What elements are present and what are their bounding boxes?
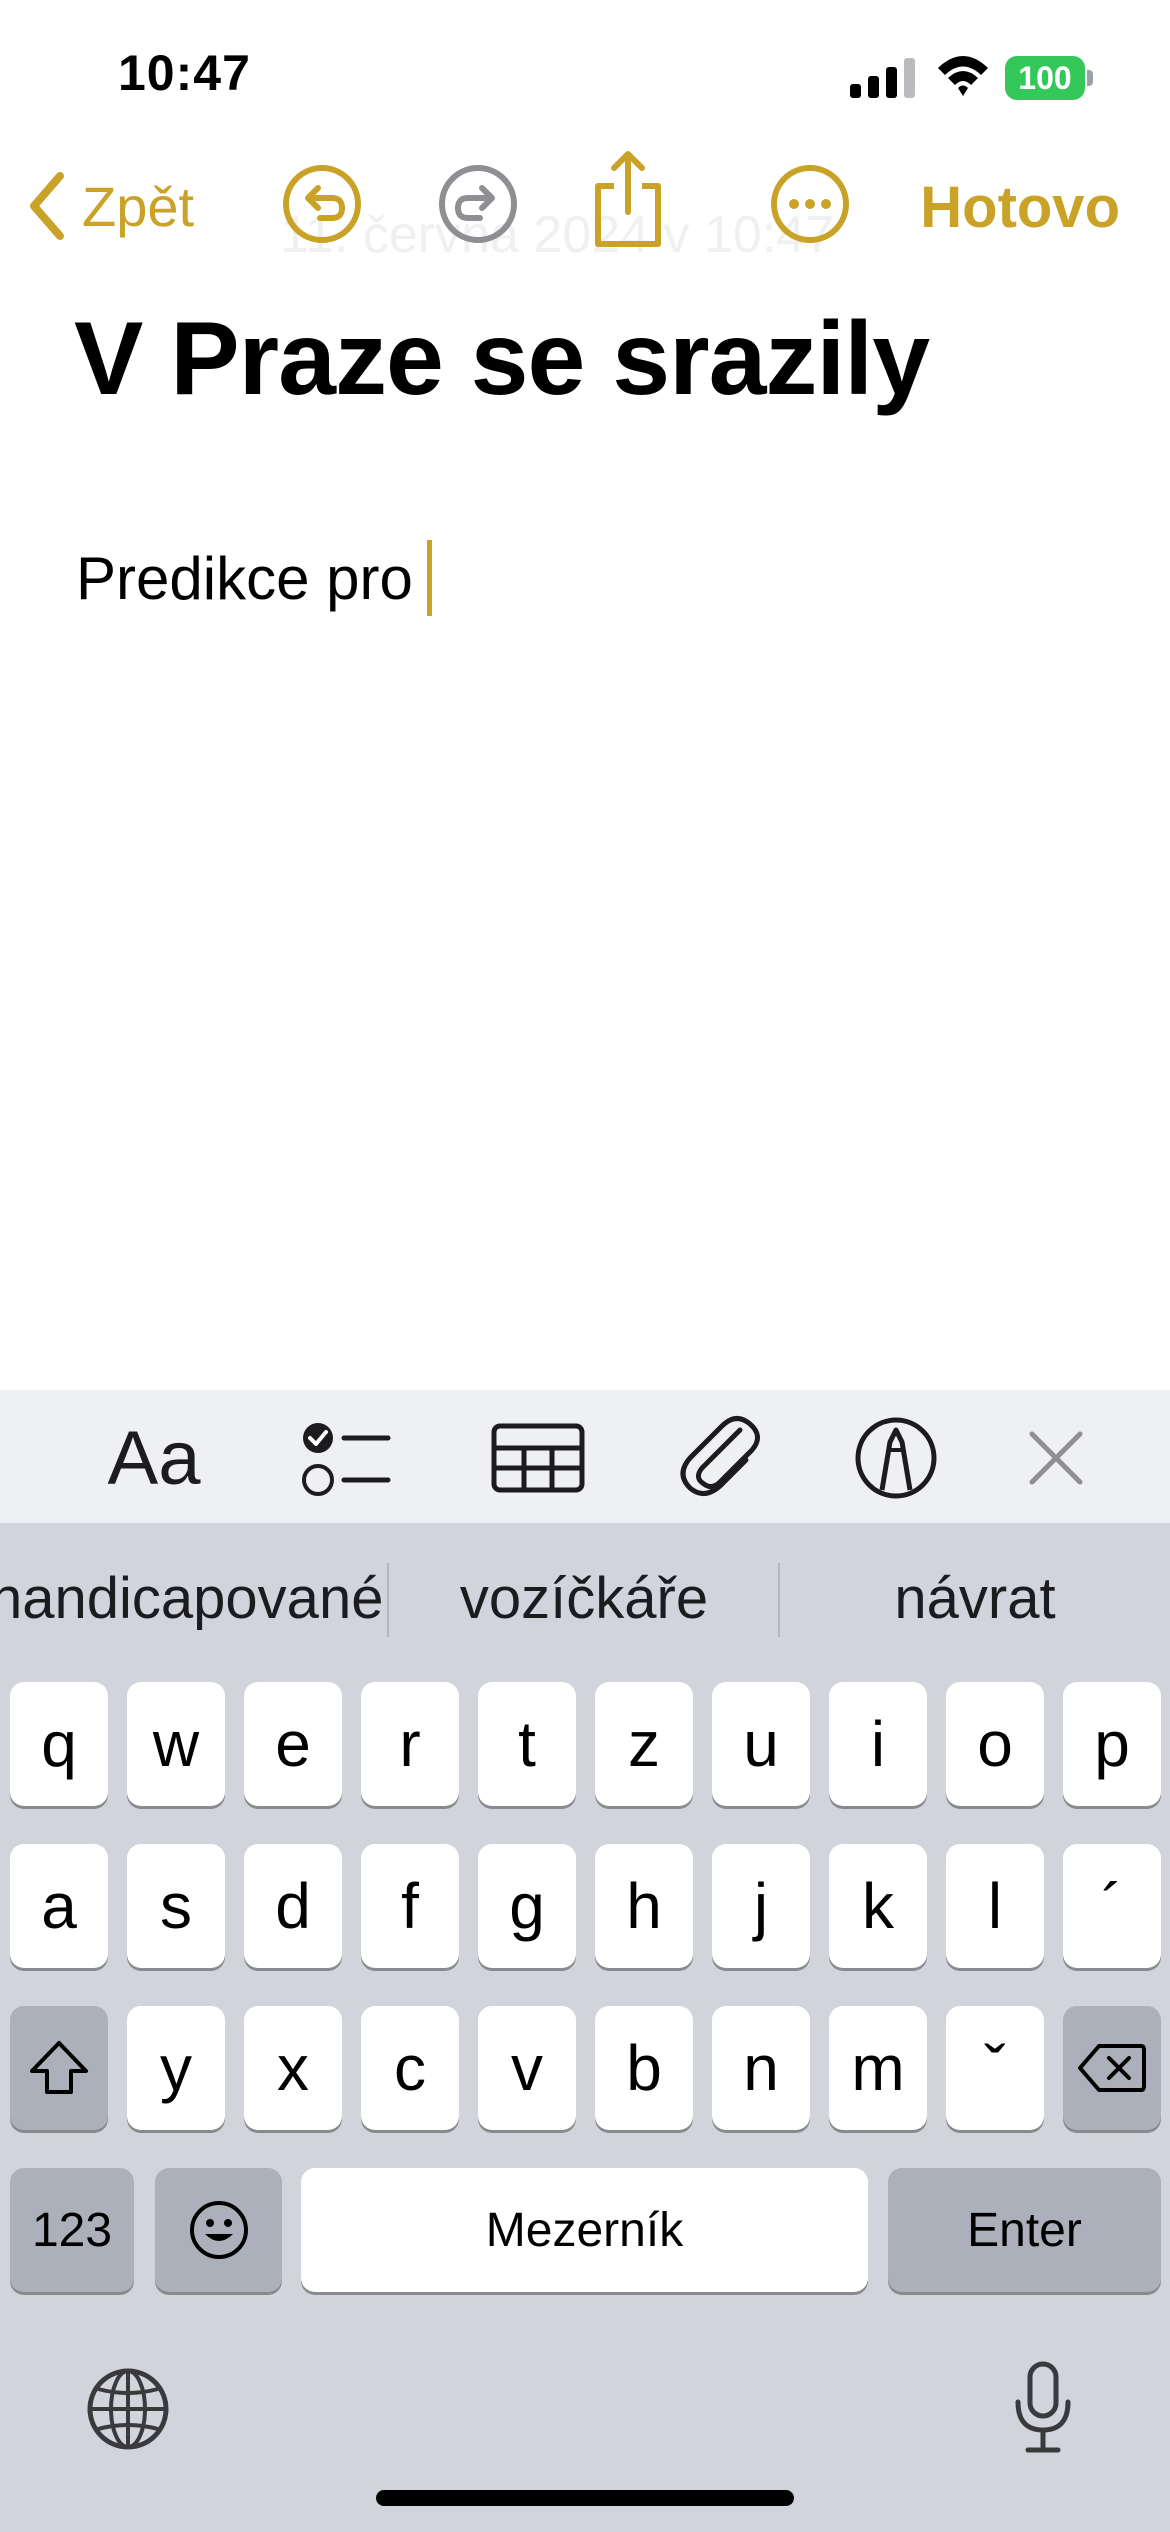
key[interactable]: q	[10, 1682, 108, 1806]
microphone-icon[interactable]	[1008, 2360, 1078, 2456]
share-icon[interactable]	[586, 150, 670, 250]
key[interactable]: ˇ	[946, 2006, 1044, 2130]
key[interactable]: f	[361, 1844, 459, 1968]
home-indicator	[376, 2490, 794, 2506]
status-bar: 10:47 100	[0, 0, 1170, 150]
key[interactable]: o	[946, 1682, 1044, 1806]
checklist-icon[interactable]	[296, 1410, 396, 1506]
key[interactable]: b	[595, 2006, 693, 2130]
nav-bar: 11. června 2024 v 10:47 Zpět Hotovo	[0, 150, 1170, 264]
key[interactable]: u	[712, 1682, 810, 1806]
space-key[interactable]: Mezerník	[301, 2168, 868, 2292]
key[interactable]: r	[361, 1682, 459, 1806]
key[interactable]: g	[478, 1844, 576, 1968]
key[interactable]: y	[127, 2006, 225, 2130]
chevron-left-icon	[30, 172, 64, 240]
key[interactable]: v	[478, 2006, 576, 2130]
battery-indicator: 100	[1005, 56, 1093, 100]
key[interactable]: p	[1063, 1682, 1161, 1806]
keyboard: handicapované vozíčkáře návrat q w e r t…	[0, 1523, 1170, 2532]
cellular-signal-icon	[850, 58, 915, 98]
undo-icon[interactable]	[280, 162, 364, 246]
text-style-button[interactable]: Aa	[104, 1410, 204, 1506]
key[interactable]: n	[712, 2006, 810, 2130]
more-icon[interactable]	[768, 162, 852, 246]
key[interactable]: k	[829, 1844, 927, 1968]
wifi-icon	[938, 56, 988, 96]
key[interactable]: m	[829, 2006, 927, 2130]
enter-key[interactable]: Enter	[888, 2168, 1161, 2292]
note-title[interactable]: V Praze se srazily	[74, 300, 930, 419]
suggestion-item[interactable]: návrat	[780, 1565, 1170, 1632]
key[interactable]: w	[127, 1682, 225, 1806]
backspace-key[interactable]	[1063, 2006, 1161, 2130]
key[interactable]: j	[712, 1844, 810, 1968]
back-button-label: Zpět	[82, 174, 195, 238]
key[interactable]: h	[595, 1844, 693, 1968]
redo-icon[interactable]	[436, 162, 520, 246]
key[interactable]: a	[10, 1844, 108, 1968]
globe-icon[interactable]	[84, 2365, 172, 2453]
key[interactable]: d	[244, 1844, 342, 1968]
key[interactable]: x	[244, 2006, 342, 2130]
key[interactable]: e	[244, 1682, 342, 1806]
numbers-key[interactable]: 123	[10, 2168, 134, 2292]
battery-tip	[1087, 70, 1093, 86]
close-icon[interactable]	[1006, 1410, 1106, 1506]
key[interactable]: z	[595, 1682, 693, 1806]
note-body-text: Predikce pro	[76, 544, 413, 612]
key[interactable]: ´	[1063, 1844, 1161, 1968]
backspace-icon	[1078, 2044, 1146, 2092]
suggestion-item[interactable]: handicapované	[0, 1565, 383, 1632]
markup-icon[interactable]	[846, 1410, 946, 1506]
emoji-key[interactable]	[155, 2168, 282, 2292]
status-time: 10:47	[118, 45, 251, 101]
done-button[interactable]: Hotovo	[920, 174, 1120, 241]
key[interactable]: s	[127, 1844, 225, 1968]
key[interactable]: l	[946, 1844, 1044, 1968]
table-icon[interactable]	[488, 1410, 588, 1506]
text-caret	[426, 540, 432, 616]
shift-key[interactable]	[10, 2006, 108, 2130]
attachment-icon[interactable]	[672, 1410, 772, 1506]
back-button[interactable]: Zpět	[26, 170, 194, 242]
shift-icon	[30, 2041, 88, 2094]
suggestion-bar: handicapované vozíčkáře návrat	[0, 1523, 1170, 1673]
emoji-icon	[189, 2201, 248, 2259]
suggestion-item[interactable]: vozíčkáře	[390, 1565, 778, 1632]
key[interactable]: i	[829, 1682, 927, 1806]
format-toolbar: Aa	[0, 1390, 1170, 1523]
suggestion-divider	[387, 1563, 389, 1637]
key[interactable]: c	[361, 2006, 459, 2130]
battery-level: 100	[1005, 56, 1085, 100]
note-body[interactable]: Predikce pro	[76, 540, 432, 616]
key[interactable]: t	[478, 1682, 576, 1806]
